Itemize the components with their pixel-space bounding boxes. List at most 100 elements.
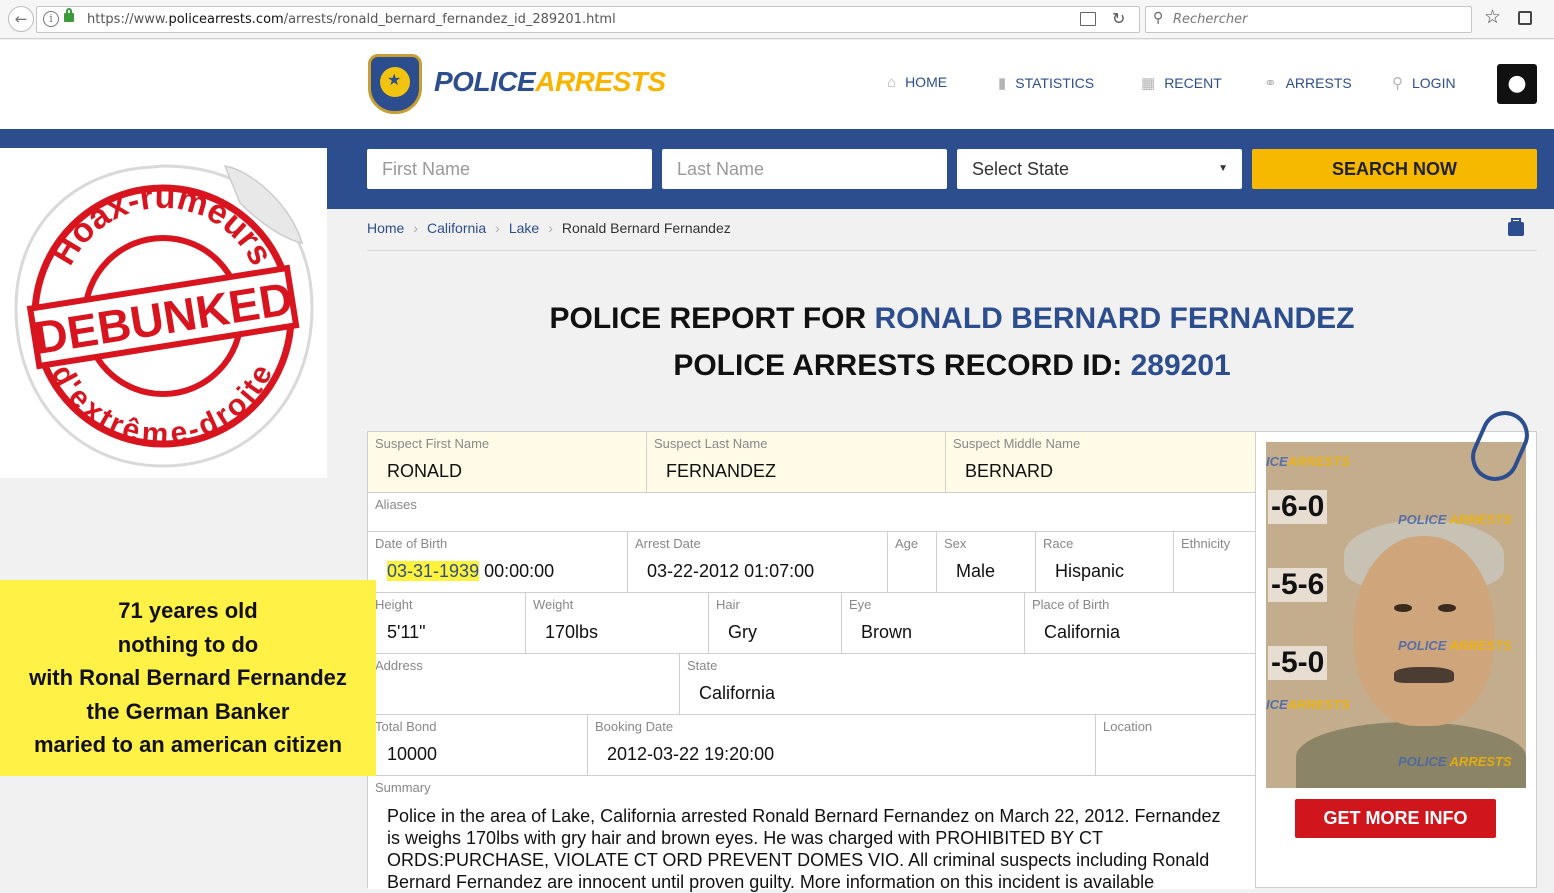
handcuffs-icon: ⚭ bbox=[1264, 75, 1277, 92]
annotation-line: 71 yeares old bbox=[118, 598, 258, 623]
apple-icon: ● bbox=[1507, 71, 1527, 96]
info-icon[interactable]: i bbox=[43, 11, 59, 27]
field-value: Brown bbox=[861, 622, 913, 642]
field-value: FERNANDEZ bbox=[666, 461, 777, 481]
nav-login[interactable]: ⚲ LOGIN bbox=[1392, 74, 1456, 92]
field-label: Date of Birth bbox=[375, 536, 448, 551]
watermark-part: POLICE bbox=[1398, 512, 1447, 527]
watermark-part: POLICE bbox=[1398, 754, 1447, 769]
field-label: Sex bbox=[944, 536, 967, 551]
bookmark-star-icon[interactable]: ☆ bbox=[1484, 6, 1501, 28]
print-icon[interactable] bbox=[1508, 218, 1524, 236]
field-ethnicity: Ethnicity bbox=[1174, 532, 1255, 593]
nav-arrests-label: ARRESTS bbox=[1285, 75, 1352, 91]
home-icon: ⌂ bbox=[887, 74, 897, 91]
back-arrow-icon[interactable]: ← bbox=[8, 6, 34, 32]
chevron-right-icon: › bbox=[413, 220, 419, 236]
field-arrest-date: Arrest Date 03-22-2012 01:07:00 bbox=[628, 532, 888, 593]
field-label: Aliases bbox=[375, 497, 417, 512]
url-path: /arrests/ronald_bernard_fernandez_id_289… bbox=[283, 12, 616, 27]
library-icon[interactable] bbox=[1518, 11, 1532, 25]
field-height: Height 5'11" bbox=[368, 593, 526, 654]
field-age: Age bbox=[888, 532, 937, 593]
page-title: POLICE REPORT FOR RONALD BERNARD FERNAND… bbox=[367, 302, 1537, 336]
browser-search-field[interactable]: ⚲ Rechercher bbox=[1145, 6, 1472, 33]
annotation-line: the German Banker bbox=[86, 698, 290, 724]
annotation-line: with Ronal Bernard Fernandez bbox=[29, 665, 347, 691]
field-label: Place of Birth bbox=[1032, 597, 1110, 612]
site-logo[interactable]: POLICEARRESTS bbox=[434, 66, 666, 98]
nav-arrests[interactable]: ⚭ ARRESTS bbox=[1264, 74, 1352, 92]
field-address: Address bbox=[368, 654, 680, 715]
police-badge-logo-icon[interactable] bbox=[368, 54, 422, 114]
height-ruler-mark: -6-0 bbox=[1268, 490, 1328, 524]
url-text[interactable]: https://www.policearrests.com/arrests/ro… bbox=[87, 12, 616, 27]
get-more-info-button[interactable]: GET MORE INFO bbox=[1295, 799, 1496, 838]
apple-app-button[interactable]: ● bbox=[1497, 64, 1537, 104]
field-weight: Weight 170lbs bbox=[526, 593, 709, 654]
watermark: POLICE ARRESTS bbox=[1398, 512, 1512, 527]
breadcrumb-home[interactable]: Home bbox=[367, 220, 404, 236]
watermark-part: ARRESTS bbox=[1287, 697, 1350, 712]
field-value: 5'11" bbox=[387, 622, 426, 642]
summary-text: Police in the area of Lake, California a… bbox=[387, 806, 1221, 892]
record-table: Suspect First Name RONALD Suspect Last Na… bbox=[367, 431, 1256, 892]
url-bar[interactable]: i https://www.policearrests.com/arrests/… bbox=[36, 6, 1140, 33]
field-place-of-birth: Place of Birth California bbox=[1025, 593, 1255, 654]
browser-search-placeholder: Rechercher bbox=[1173, 12, 1248, 27]
field-value: RONALD bbox=[387, 461, 463, 481]
state-select-value: Select State bbox=[972, 159, 1070, 179]
field-value: Hispanic bbox=[1055, 561, 1125, 581]
field-label: Race bbox=[1043, 536, 1074, 551]
watermark: POLICE ARRESTS bbox=[1398, 754, 1512, 769]
record-id: 289201 bbox=[1130, 349, 1231, 382]
search-now-button[interactable]: SEARCH NOW bbox=[1252, 149, 1537, 189]
field-label: Height bbox=[375, 597, 413, 612]
reader-view-icon[interactable] bbox=[1080, 12, 1096, 26]
calendar-icon: ▦ bbox=[1141, 75, 1156, 92]
field-value: 03-31-1939 00:00:00 bbox=[387, 561, 554, 582]
breadcrumb-state[interactable]: California bbox=[427, 220, 486, 236]
bar-chart-icon: ▮ bbox=[998, 75, 1007, 92]
field-value: BERNARD bbox=[965, 461, 1054, 481]
field-value: Gry bbox=[728, 622, 757, 642]
nav-recent-label: RECENT bbox=[1164, 75, 1222, 91]
watermark-part: POLICE bbox=[1398, 638, 1447, 653]
field-label: Eye bbox=[849, 597, 872, 612]
nav-statistics[interactable]: ▮ STATISTICS bbox=[998, 74, 1094, 92]
field-last-name: Suspect Last Name FERNANDEZ bbox=[647, 432, 946, 493]
chevron-down-icon: ▼ bbox=[1218, 163, 1228, 174]
first-name-input[interactable]: First Name bbox=[367, 149, 652, 189]
last-name-input[interactable]: Last Name bbox=[662, 149, 947, 189]
nav-home[interactable]: ⌂ HOME bbox=[887, 74, 947, 91]
watermark-part: ICE bbox=[1266, 454, 1288, 469]
field-label: Total Bond bbox=[375, 719, 437, 734]
site-header: POLICEARRESTS ⌂HOME ▮STATISTICS ▦RECENT … bbox=[0, 40, 1554, 129]
watermark: POLICE ARRESTS bbox=[1398, 638, 1512, 653]
field-value: 170lbs bbox=[545, 622, 599, 642]
watermark-part: ARRESTS bbox=[1449, 754, 1512, 769]
chevron-right-icon: › bbox=[548, 220, 553, 236]
state-select[interactable]: Select State ▼ bbox=[957, 149, 1242, 189]
field-label: Address bbox=[375, 658, 423, 673]
nav-recent[interactable]: ▦ RECENT bbox=[1141, 74, 1222, 92]
nav-home-label: HOME bbox=[905, 74, 948, 90]
breadcrumb-county[interactable]: Lake bbox=[509, 220, 539, 236]
dob-time: 00:00:00 bbox=[479, 561, 555, 581]
logo-arrests: ARRESTS bbox=[535, 66, 666, 97]
field-label: Suspect Last Name bbox=[654, 436, 768, 451]
breadcrumb-current: Ronald Bernard Fernandez bbox=[561, 220, 731, 236]
mugshot-image[interactable]: -6-0 -5-6 -5-0 ICEARRESTS POLICE ARRESTS… bbox=[1266, 442, 1526, 788]
dob-date-highlight: 03-31-1939 bbox=[387, 561, 480, 581]
field-label: Summary bbox=[375, 780, 431, 795]
reload-icon[interactable]: ↻ bbox=[1112, 9, 1125, 28]
field-value: Male bbox=[956, 561, 996, 581]
field-label: Weight bbox=[533, 597, 574, 612]
field-label: Location bbox=[1103, 719, 1153, 734]
lock-icon[interactable] bbox=[64, 8, 74, 22]
browser-toolbar: ← i https://www.policearrests.com/arrest… bbox=[0, 0, 1554, 39]
annotation-line: nothing to do bbox=[117, 631, 259, 657]
field-race: Race Hispanic bbox=[1036, 532, 1174, 593]
nav-statistics-label: STATISTICS bbox=[1015, 75, 1095, 91]
record-id-prefix: POLICE ARRESTS RECORD ID: bbox=[673, 349, 1131, 382]
